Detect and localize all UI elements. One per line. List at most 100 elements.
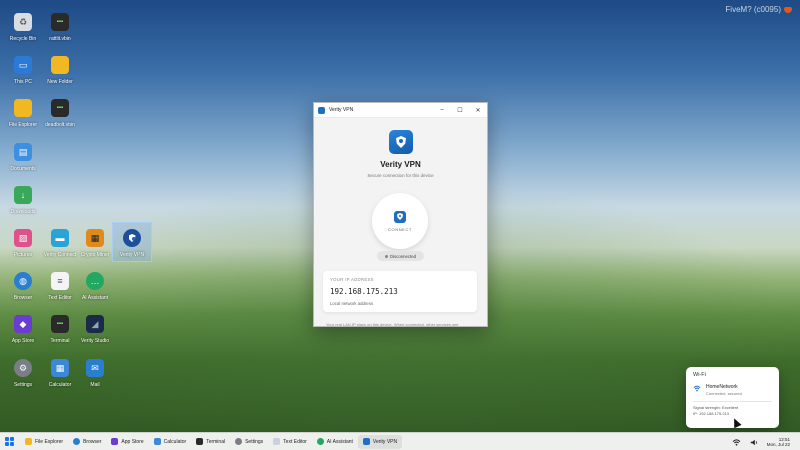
- desktop-icon-verity-vpn[interactable]: Verity VPN: [112, 222, 152, 262]
- folder-icon: [25, 438, 32, 445]
- desktop-icon-settings[interactable]: ⚙ Settings: [3, 357, 43, 388]
- desktop-icon-deadbolt[interactable]: ▪▪▪ deadbolt.vbin: [40, 97, 80, 128]
- desktop-icon-recycle-bin[interactable]: ♻ Recycle Bin: [3, 11, 43, 42]
- desktop-icon-label: rattlit.vbin: [49, 36, 71, 42]
- connect-button[interactable]: CONNECT: [372, 193, 428, 249]
- desktop-icon-pictures[interactable]: ▨ Pictures: [3, 227, 43, 258]
- connect-label: CONNECT: [388, 226, 412, 232]
- desktop-icon-verity-studio[interactable]: ◢ Verity Studio: [75, 313, 115, 344]
- app-subtitle: Secure connection for this device: [367, 173, 434, 178]
- desktop-icon-label: deadbolt.vbin: [45, 122, 75, 128]
- store-icon: ◆: [14, 315, 32, 333]
- taskbar-item-file-explorer[interactable]: File Explorer: [20, 435, 68, 449]
- taskbar-item-label: Terminal: [206, 438, 226, 445]
- taskbar-item-browser[interactable]: Browser: [68, 435, 106, 449]
- desktop-icon-label: Downloads: [10, 209, 36, 215]
- taskbar: File Explorer Browser App Store Calculat…: [0, 432, 800, 450]
- desktop-icon-file-explorer[interactable]: File Explorer: [3, 97, 43, 128]
- gear-icon: [235, 438, 243, 445]
- desktop-icon-label: Documents: [10, 166, 36, 172]
- desktop-icon-label: AI Assistant: [81, 295, 109, 301]
- desktop-icon-mail[interactable]: ✉ Mail: [75, 357, 115, 388]
- wifi-icon: [693, 385, 701, 392]
- taskbar-item-terminal[interactable]: Terminal: [191, 435, 230, 449]
- footnote: Your real LAN IP stays on this device. W…: [326, 322, 459, 327]
- close-button[interactable]: ✕: [469, 103, 487, 118]
- clock-date: Mon, Jul 22: [766, 442, 790, 447]
- terminal-icon: ▪▪▪: [51, 315, 69, 333]
- system-tray: 12:51 Mon, Jul 22: [732, 433, 790, 450]
- studio-icon: ◢: [86, 315, 104, 333]
- shield-icon: [396, 136, 406, 148]
- desktop-icon-label: New Folder: [47, 79, 73, 85]
- terminal-icon: [196, 438, 204, 445]
- taskbar-item-label: Calculator: [163, 438, 187, 445]
- shield-icon: [397, 213, 403, 220]
- vpn-logo: [389, 130, 413, 154]
- terminal-icon: ▪▪▪: [51, 13, 69, 31]
- volume-icon[interactable]: [750, 439, 758, 446]
- divider: [693, 401, 772, 402]
- desktop-icon-browser[interactable]: ◍ Browser: [3, 270, 43, 301]
- mail-icon: ✉: [86, 359, 104, 377]
- calculator-icon: ▦: [51, 359, 69, 377]
- monitor-icon: ▭: [14, 56, 32, 74]
- status-text: Disconnected: [389, 253, 417, 259]
- taskbar-item-label: App Store: [121, 438, 144, 445]
- taskbar-item-text-editor[interactable]: Text Editor: [268, 435, 312, 449]
- chip-icon: ▦: [86, 229, 104, 247]
- taskbar-item-app-store[interactable]: App Store: [106, 435, 148, 449]
- desktop-icon-new-folder[interactable]: New Folder: [40, 54, 80, 85]
- start-button[interactable]: [5, 437, 14, 446]
- wifi-network-item[interactable]: HomeNetwork Connected, secured: [693, 384, 772, 396]
- desktop-icon-downloads[interactable]: ↓ Downloads: [3, 184, 43, 215]
- taskbar-item-ai-assistant[interactable]: AI Assistant: [312, 435, 358, 449]
- globe-icon: [73, 438, 81, 445]
- ip-address-card: YOUR IP ADDRESS 192.168.175.213 Local ne…: [323, 271, 477, 312]
- globe-icon: ◍: [14, 272, 32, 290]
- taskbar-item-calculator[interactable]: Calculator: [149, 435, 192, 449]
- recorder-icon: [784, 6, 792, 13]
- watermark-text: FiveM? (c0095): [725, 5, 781, 14]
- taskbar-item-verity-vpn[interactable]: Verity VPN: [357, 434, 403, 449]
- text-editor-icon: [273, 438, 281, 445]
- status-badge: Disconnected: [377, 251, 424, 261]
- folder-icon: [51, 56, 69, 74]
- shield-icon: [362, 438, 370, 445]
- text-editor-icon: ≡: [51, 272, 69, 290]
- window-titlebar[interactable]: Verity VPN – ☐ ✕: [314, 103, 487, 118]
- desktop-icon-label: Verity VPN: [119, 252, 145, 258]
- desktop-icon-label: Verity Studio: [80, 338, 110, 344]
- ai-chat-icon: [316, 438, 324, 445]
- desktop-icon-crypto-miner[interactable]: ▦ Crypto Miner: [75, 227, 115, 258]
- desktop-icon-ai-assistant[interactable]: … AI Assistant: [75, 270, 115, 301]
- app-title: Verity VPN: [380, 160, 421, 169]
- download-folder-icon: ↓: [14, 186, 32, 204]
- desktop-icon-this-pc[interactable]: ▭ This PC: [3, 54, 43, 85]
- desktop-icon-label: Mail: [90, 382, 100, 388]
- clock[interactable]: 12:51 Mon, Jul 22: [767, 437, 790, 447]
- desktop-icon-app-store[interactable]: ◆ App Store: [3, 313, 43, 344]
- wifi-icon[interactable]: [732, 438, 741, 446]
- taskbar-item-label: Text Editor: [283, 438, 307, 445]
- connect-icon: [394, 210, 406, 223]
- store-icon: [111, 438, 119, 445]
- ip-header: YOUR IP ADDRESS: [330, 277, 374, 282]
- terminal-icon: ▪▪▪: [51, 99, 69, 117]
- window-title: Verity VPN: [329, 107, 354, 113]
- taskbar-item-label: Settings: [245, 438, 264, 445]
- shield-icon: [123, 229, 141, 247]
- minimize-button[interactable]: –: [433, 103, 451, 118]
- taskbar-item-settings[interactable]: Settings: [230, 435, 268, 449]
- app-icon: [318, 106, 325, 114]
- vpn-window: Verity VPN – ☐ ✕ Verity VPN Secure conne…: [313, 102, 488, 327]
- maximize-button[interactable]: ☐: [451, 103, 469, 118]
- desktop-icon-rattlit[interactable]: ▪▪▪ rattlit.vbin: [40, 11, 80, 42]
- ai-chat-icon: …: [86, 272, 104, 290]
- taskbar-item-label: Browser: [83, 438, 102, 445]
- pictures-icon: ▨: [14, 229, 32, 247]
- folder-icon: [14, 99, 32, 117]
- network-status: Connected, secured: [706, 391, 742, 396]
- chat-icon: ▬: [51, 229, 69, 247]
- desktop-icon-documents[interactable]: ▤ Documents: [3, 141, 43, 172]
